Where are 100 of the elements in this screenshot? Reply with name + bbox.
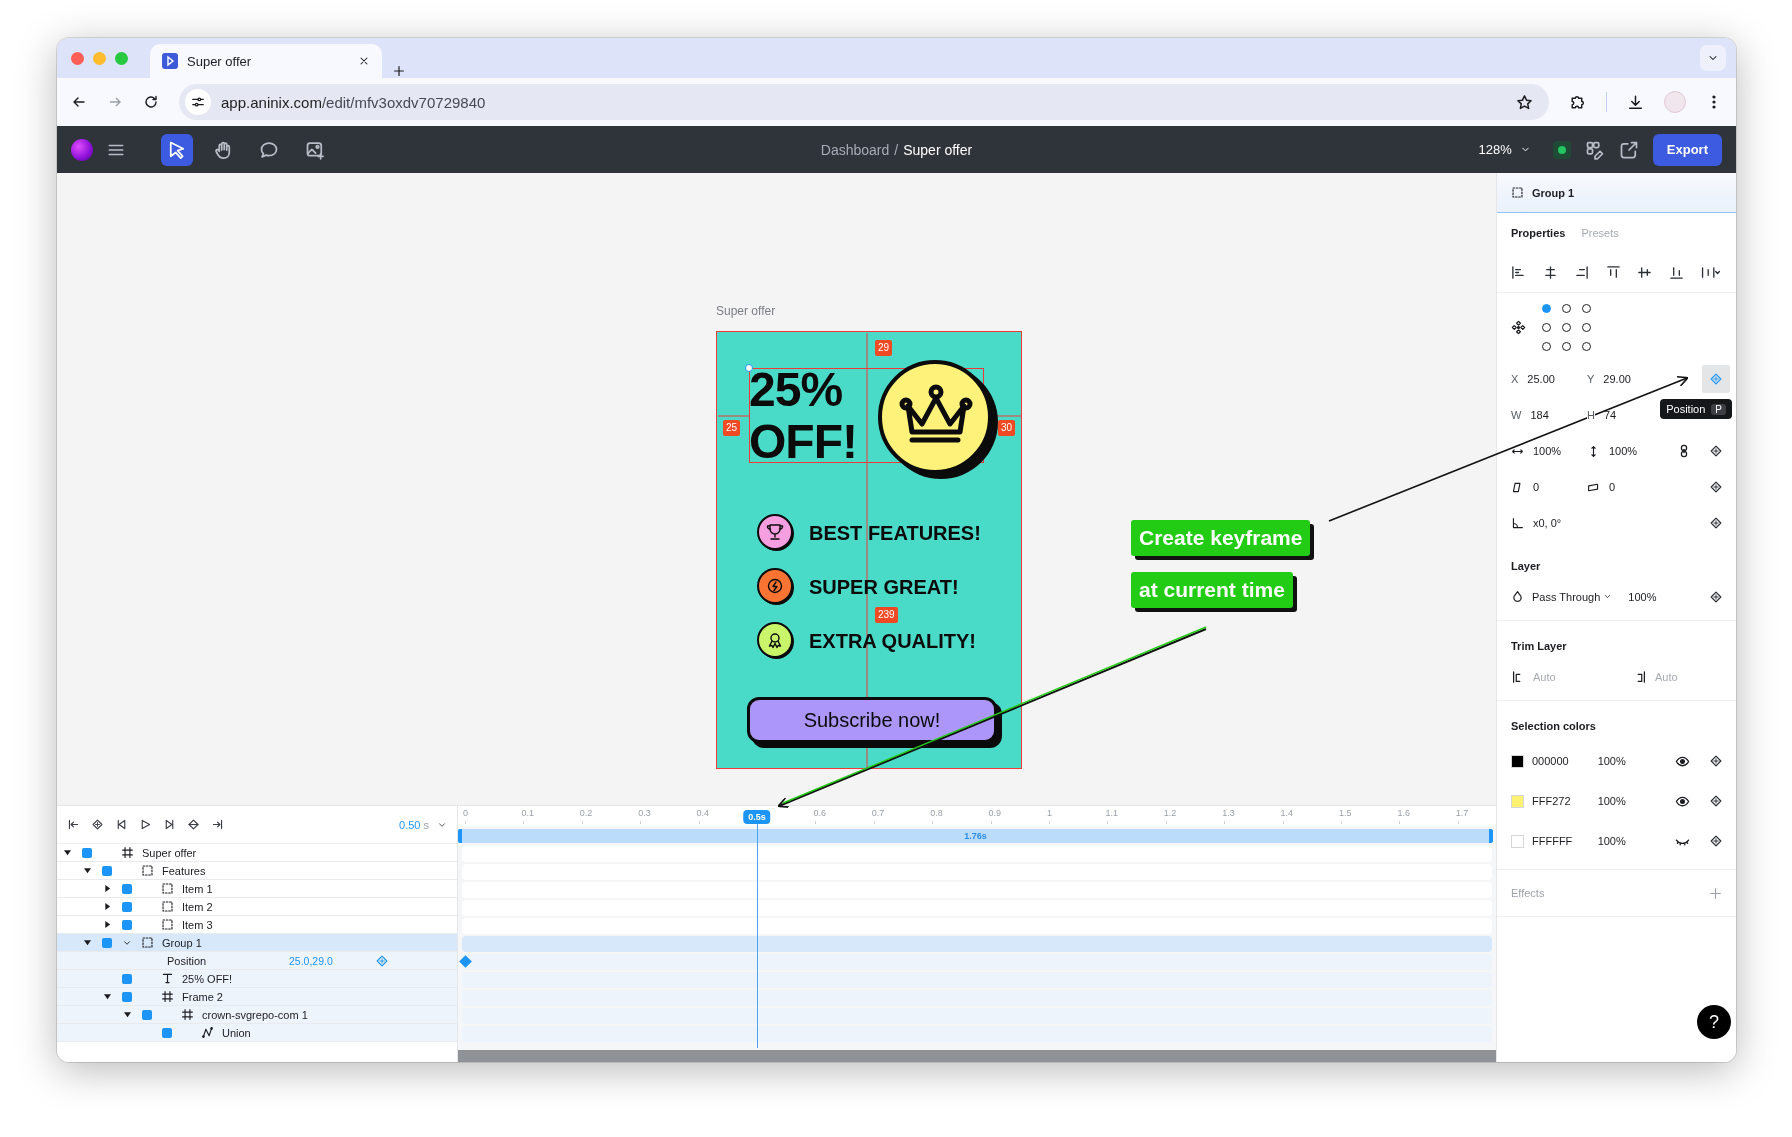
anchor-point[interactable]: [1542, 303, 1551, 313]
field-value[interactable]: 0: [1609, 481, 1616, 493]
align-bottom-icon[interactable]: [1668, 265, 1684, 280]
expand-toggle[interactable]: [103, 885, 111, 892]
comment-icon: [259, 139, 279, 160]
color-hex[interactable]: 000000: [1532, 755, 1590, 767]
previous-keyframe-icon[interactable]: [91, 818, 104, 831]
layer-name[interactable]: Item 1: [182, 882, 213, 895]
play-icon[interactable]: [139, 818, 152, 831]
jump-to-start-icon[interactable]: [67, 818, 80, 831]
next-keyframe-icon[interactable]: [187, 818, 200, 831]
share-icon[interactable]: [1618, 139, 1639, 160]
align-top-icon[interactable]: [1605, 265, 1621, 280]
distribute-icon[interactable]: [1700, 265, 1722, 280]
color-swatch[interactable]: [1511, 754, 1524, 768]
browser-tab[interactable]: Super offer: [150, 44, 382, 78]
jump-to-end-icon[interactable]: [211, 818, 224, 831]
field-value[interactable]: 184: [1530, 409, 1549, 421]
color-swatch[interactable]: [1511, 794, 1524, 808]
app-logo[interactable]: [71, 138, 93, 161]
trim-end-field[interactable]: Auto: [1655, 670, 1715, 683]
section-heading: Selection colors: [1510, 719, 1597, 734]
color-swatch[interactable]: [1511, 834, 1524, 848]
color-opacity[interactable]: 100%: [1597, 835, 1668, 847]
anchor-point[interactable]: [1582, 303, 1591, 313]
step-back-icon[interactable]: [115, 818, 128, 831]
field-value[interactable]: 29.00: [1603, 373, 1631, 385]
keyframe-add-icon[interactable]: [1709, 444, 1723, 458]
field-value[interactable]: 100%: [1533, 445, 1562, 457]
color-hex[interactable]: FFF272: [1532, 795, 1590, 807]
expand-toggle[interactable]: [103, 921, 111, 928]
layer-name[interactable]: Item 2: [182, 900, 213, 913]
anchor-point[interactable]: [1582, 322, 1591, 332]
time-tick: 1.2: [1163, 808, 1177, 818]
url-text: app.aninix.com/edit/mfv3oxdv70729840: [221, 93, 487, 111]
help-button[interactable]: ?: [1697, 1005, 1731, 1039]
layer-color-tag: [82, 847, 92, 858]
expand-toggle[interactable]: [83, 867, 91, 874]
align-left-icon[interactable]: [1511, 265, 1526, 280]
layer-name[interactable]: Item 3: [182, 918, 213, 931]
grid-pen-icon[interactable]: [1584, 139, 1605, 160]
address-bar[interactable]: app.aninix.com/edit/mfv3oxdv70729840: [179, 84, 1549, 120]
color-hex[interactable]: FFFFFF: [1532, 835, 1590, 847]
zoom-dropdown[interactable]: 128%: [1478, 142, 1531, 157]
opacity-value[interactable]: 100%: [1628, 590, 1657, 603]
extension-puzzle-icon[interactable]: [1569, 93, 1586, 111]
close-icon[interactable]: [358, 55, 370, 67]
scrollbar[interactable]: [458, 1050, 1496, 1062]
step-forward-icon[interactable]: [163, 818, 176, 831]
download-icon[interactable]: [1627, 93, 1644, 111]
time-tick: 0.6: [813, 808, 826, 818]
layer-name[interactable]: Features: [162, 864, 206, 877]
anchor-point[interactable]: [1542, 341, 1551, 351]
field-value[interactable]: 0: [1533, 481, 1540, 493]
keyframe-add-icon[interactable]: [1709, 480, 1723, 494]
anchor-point[interactable]: [1562, 341, 1571, 351]
color-opacity[interactable]: 100%: [1597, 795, 1668, 807]
trim-start-field[interactable]: Auto: [1533, 670, 1593, 683]
expand-toggle[interactable]: [103, 993, 111, 1000]
keyframe-add-icon[interactable]: [1709, 589, 1723, 604]
anchor-point[interactable]: [1562, 322, 1571, 332]
blend-mode-dropdown[interactable]: Pass Through: [1532, 590, 1613, 603]
field-value[interactable]: 74: [1603, 409, 1617, 421]
time-tick: 1.1: [1105, 808, 1118, 818]
distance-label: 239: [875, 607, 898, 623]
keyframe-add-icon[interactable]: [1709, 834, 1724, 848]
layer-name[interactable]: Union: [222, 1026, 251, 1039]
align-center-h-icon[interactable]: [1542, 265, 1558, 280]
color-opacity[interactable]: 100%: [1597, 755, 1668, 767]
selection-handle[interactable]: [745, 364, 753, 372]
align-middle-icon[interactable]: [1637, 265, 1652, 280]
align-right-icon[interactable]: [1574, 265, 1589, 280]
keyframe-add-icon[interactable]: [1709, 794, 1724, 808]
field-value[interactable]: 100%: [1609, 445, 1638, 457]
anchor-point[interactable]: [1562, 303, 1571, 313]
layer-name[interactable]: Super offer: [142, 846, 197, 859]
layer-name[interactable]: Group 1: [162, 936, 202, 949]
export-button[interactable]: Export: [1652, 133, 1722, 166]
expand-toggle[interactable]: [123, 1011, 131, 1018]
layer-name[interactable]: Frame 2: [182, 990, 223, 1003]
expand-toggle[interactable]: [103, 903, 111, 910]
anchor-point[interactable]: [1582, 341, 1591, 351]
status-indicator[interactable]: [1552, 140, 1571, 159]
layer-name[interactable]: 25% OFF!: [182, 972, 233, 985]
plus-icon[interactable]: [1709, 886, 1722, 900]
star-icon[interactable]: [1516, 93, 1533, 111]
select-tool-button[interactable]: [161, 133, 193, 166]
field-value[interactable]: 25.00: [1527, 373, 1555, 385]
field-value[interactable]: x0, 0°: [1533, 517, 1562, 529]
new-tab-plus-icon[interactable]: [392, 64, 406, 78]
panel-tab[interactable]: Properties: [1511, 227, 1566, 239]
layer-name[interactable]: crown-svgrepo-com 1: [202, 1008, 308, 1021]
site-settings-icon[interactable]: [191, 95, 205, 109]
anchor-point[interactable]: [1542, 322, 1551, 332]
breadcrumb-link[interactable]: Dashboard: [820, 141, 890, 158]
keyframe-add-icon[interactable]: [1709, 516, 1723, 530]
reload-icon[interactable]: [143, 94, 159, 110]
expand-toggle[interactable]: [83, 939, 91, 946]
keyframe-add-icon[interactable]: [1709, 754, 1724, 768]
expand-toggle[interactable]: [63, 849, 71, 856]
